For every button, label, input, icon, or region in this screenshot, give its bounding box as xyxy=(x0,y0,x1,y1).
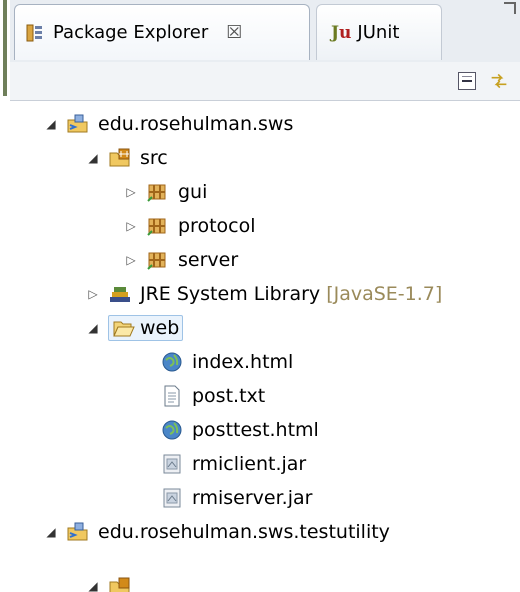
source-folder-icon xyxy=(109,148,130,167)
tree-item-project[interactable]: ◢ edu.rosehulman.sws xyxy=(44,108,293,140)
link-with-editor-icon[interactable] xyxy=(490,72,508,90)
edge-marker xyxy=(3,0,7,96)
collapsed-arrow-icon[interactable]: ▷ xyxy=(124,185,138,199)
package-icon xyxy=(147,184,166,202)
tree-item-project[interactable]: ◢ edu.rosehulman.sws.testutility xyxy=(44,516,390,548)
collapsed-arrow-icon[interactable]: ▷ xyxy=(124,219,138,233)
open-folder-icon xyxy=(113,321,135,337)
expanded-arrow-icon: ◢ xyxy=(88,579,98,592)
view-toolbar xyxy=(10,62,520,101)
tree-item-package-server[interactable]: ▷ server xyxy=(124,244,238,276)
collapsed-arrow-icon[interactable]: ▷ xyxy=(124,253,138,267)
collapse-all-icon[interactable] xyxy=(458,72,476,90)
selection-highlight[interactable]: web xyxy=(108,315,184,341)
tree-item-label: rmiclient.jar xyxy=(192,453,307,475)
expanded-arrow-icon[interactable]: ◢ xyxy=(86,321,100,335)
tree-item-label: post.txt xyxy=(192,385,266,407)
tree-item-label: protocol xyxy=(178,215,256,237)
package-icon xyxy=(147,252,166,270)
java-project-icon xyxy=(67,114,88,133)
package-icon xyxy=(147,218,166,236)
tree-item-label: index.html xyxy=(192,351,294,373)
view-menu-icon[interactable] xyxy=(504,2,516,14)
tree-item-package-protocol[interactable]: ▷ protocol xyxy=(124,210,256,242)
html-file-icon xyxy=(162,352,182,372)
tree-item-jre-library[interactable]: ▷ JRE System Library [JavaSE-1.7] xyxy=(86,278,442,310)
tree-item-src-folder[interactable]: ◢ src xyxy=(86,142,168,174)
view-tab-bar: Package Explorer ☒ Ju JUnit xyxy=(10,0,520,63)
text-file-icon xyxy=(164,385,180,407)
tree-item-label: rmiserver.jar xyxy=(192,487,313,509)
java-project-icon xyxy=(67,522,88,541)
close-tab-icon[interactable]: ☒ xyxy=(226,22,242,43)
tab-label: Package Explorer xyxy=(53,22,209,43)
package-explorer-view: Package Explorer ☒ Ju JUnit ◢ edu.rosehu… xyxy=(10,0,520,592)
tree-item-file[interactable]: post.txt xyxy=(160,380,265,412)
tree-item-partial: ◢ xyxy=(86,552,140,592)
jar-file-icon xyxy=(163,454,181,474)
tree-item-web-folder[interactable]: ◢ web xyxy=(86,312,184,344)
library-icon xyxy=(110,287,130,302)
tree-item-file[interactable]: posttest.html xyxy=(160,414,319,446)
window-left-edge xyxy=(0,0,10,590)
tree-item-file[interactable]: rmiclient.jar xyxy=(160,448,306,480)
expanded-arrow-icon[interactable]: ◢ xyxy=(44,117,58,131)
tree-item-decoration: [JavaSE-1.7] xyxy=(326,283,443,305)
tab-label: JUnit xyxy=(357,22,400,43)
tree-item-label: web xyxy=(140,317,180,339)
junit-icon: Ju xyxy=(331,22,352,43)
tab-package-explorer[interactable]: Package Explorer ☒ xyxy=(14,4,310,60)
tree-item-label: src xyxy=(140,147,168,169)
tree-item-label: edu.rosehulman.sws.testutility xyxy=(98,521,390,543)
tree-item-label: edu.rosehulman.sws xyxy=(98,113,294,135)
tree-item-label: server xyxy=(178,249,239,271)
tree-item-label: posttest.html xyxy=(192,419,319,441)
package-explorer-icon xyxy=(26,24,42,41)
html-file-icon xyxy=(162,420,182,440)
jar-file-icon xyxy=(163,488,181,508)
tree-item-file[interactable]: rmiserver.jar xyxy=(160,482,312,514)
expanded-arrow-icon[interactable]: ◢ xyxy=(86,151,100,165)
tree-item-label: gui xyxy=(178,181,208,203)
tree-item-file[interactable]: index.html xyxy=(160,346,293,378)
collapsed-arrow-icon[interactable]: ▷ xyxy=(86,287,100,301)
tab-junit[interactable]: Ju JUnit xyxy=(316,4,442,60)
expanded-arrow-icon[interactable]: ◢ xyxy=(44,525,58,539)
tree-item-label: JRE System Library xyxy=(140,283,321,305)
tree-item-package-gui[interactable]: ▷ gui xyxy=(124,176,207,208)
